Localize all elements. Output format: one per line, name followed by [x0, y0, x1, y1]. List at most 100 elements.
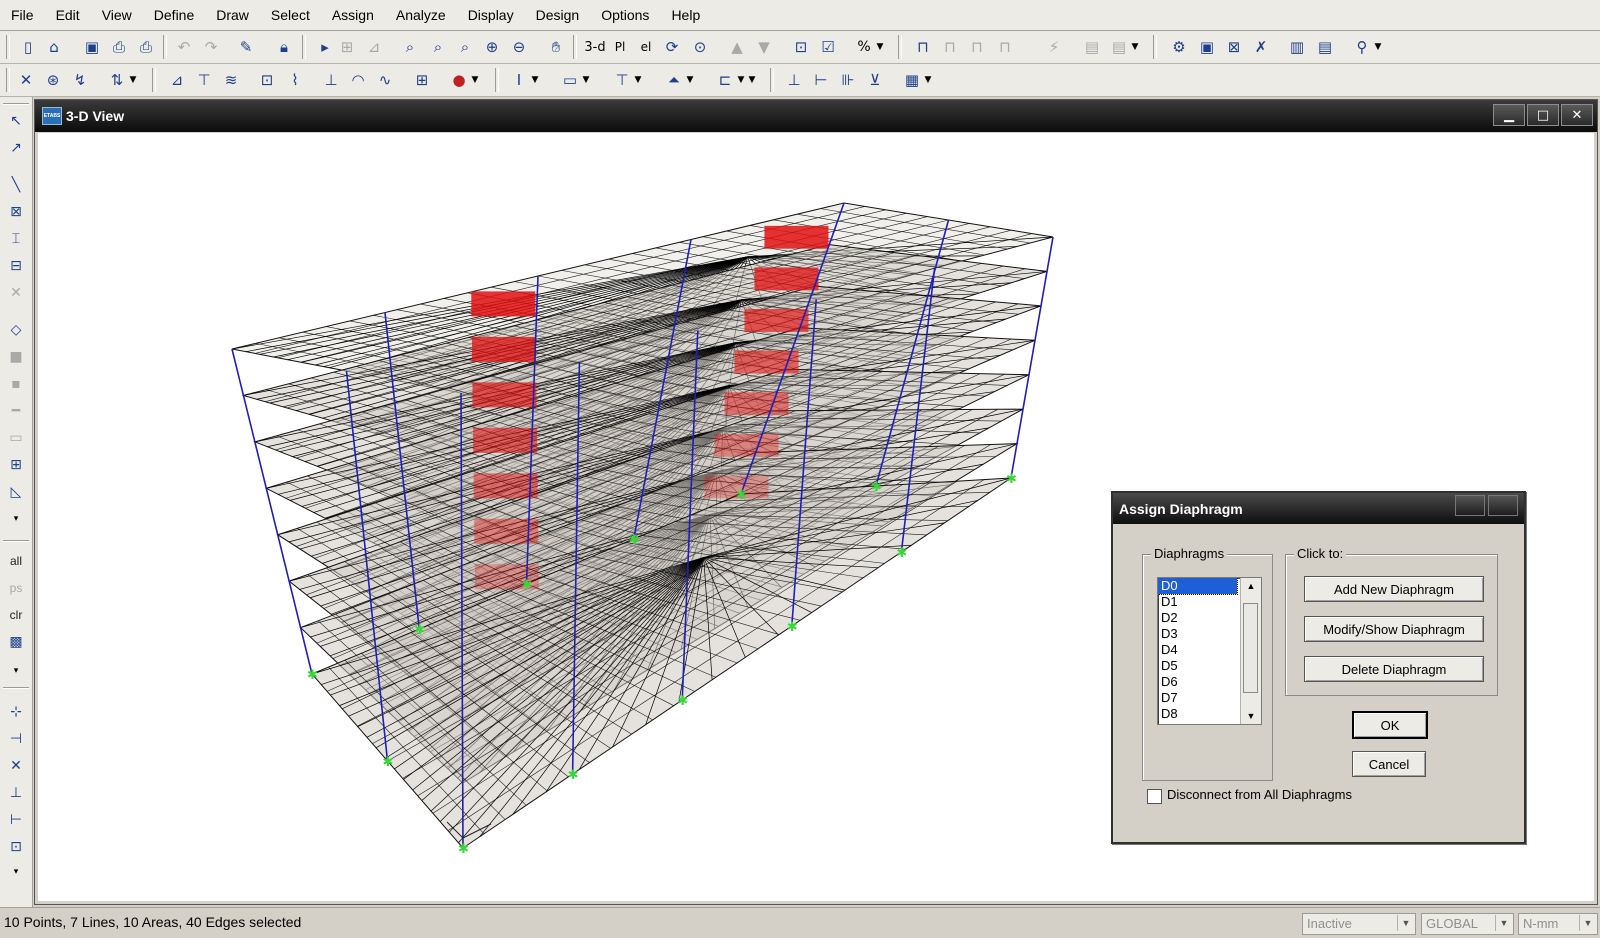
dialog-close-icon[interactable]: [1488, 495, 1518, 516]
draw-beam-icon[interactable]: ⊠: [4, 201, 28, 223]
steel-joist-design-icon[interactable]: ✗: [1250, 36, 1272, 58]
list-item[interactable]: D3: [1158, 626, 1237, 642]
chevron-down-icon[interactable]: ▼: [747, 69, 757, 91]
show-mode-shape-icon[interactable]: ⊓: [994, 36, 1016, 58]
create-area-click-icon[interactable]: ▪: [4, 373, 28, 395]
list-item[interactable]: D7: [1158, 690, 1237, 706]
close-icon[interactable]: ✕: [1561, 104, 1593, 126]
menu-analyze[interactable]: Analyze: [385, 7, 457, 23]
refresh-window-icon[interactable]: ✎: [235, 36, 257, 58]
percent-toggle-button[interactable]: %: [853, 36, 875, 58]
chevron-down-icon[interactable]: ▼: [685, 69, 695, 91]
move-up-icon[interactable]: ▲: [726, 36, 748, 58]
perspective-toggle-icon[interactable]: ⊙: [689, 36, 711, 58]
show-tables-icon[interactable]: ▦: [901, 69, 923, 91]
show-deformed-shape-icon[interactable]: ⊓: [966, 36, 988, 58]
chevron-down-icon[interactable]: ▾: [4, 861, 28, 883]
menu-select[interactable]: Select: [260, 7, 321, 23]
steel-frame-design-icon[interactable]: ⚙︎: [1168, 36, 1190, 58]
pointer-select-icon[interactable]: ↖: [4, 110, 28, 132]
undo-icon[interactable]: ↶: [173, 36, 195, 58]
menu-define[interactable]: Define: [143, 7, 205, 23]
snap-ends-icon[interactable]: ⊛: [42, 69, 64, 91]
dialog-help-icon[interactable]: [1455, 495, 1485, 516]
menu-edit[interactable]: Edit: [45, 7, 91, 23]
chevron-down-icon[interactable]: ▼: [923, 69, 933, 91]
show-response-spectrum-icon[interactable]: ▤: [1108, 36, 1130, 58]
scroll-up-icon[interactable]: ▲: [1241, 578, 1261, 594]
coordinate-system-combo[interactable]: GLOBAL▼: [1421, 913, 1514, 935]
draw-wall-icon[interactable]: ━: [4, 400, 28, 422]
display-options-icon[interactable]: ⚲: [1351, 36, 1373, 58]
define-link-properties-icon[interactable]: ⊡: [256, 69, 278, 91]
assign-link-properties-icon[interactable]: ⊢: [810, 69, 832, 91]
snap-to-grid-icon[interactable]: ⊹: [4, 701, 28, 723]
chevron-down-icon[interactable]: ▾: [4, 508, 28, 530]
snap-to-endpoint-icon[interactable]: ⊣: [4, 728, 28, 750]
lock-model-icon[interactable]: 🔒︎: [273, 36, 295, 58]
snap-intersections-icon[interactable]: ↯: [69, 69, 91, 91]
assign-shell-section-icon[interactable]: ▭: [559, 69, 581, 91]
slab-design-icon[interactable]: ▤: [1314, 36, 1336, 58]
chevron-down-icon[interactable]: ▼: [128, 69, 138, 91]
chevron-down-icon[interactable]: ▼: [581, 69, 591, 91]
minimize-icon[interactable]: ▁: [1493, 104, 1525, 126]
print-tables-icon[interactable]: ⎙: [135, 36, 157, 58]
print-graphics-icon[interactable]: ⎙: [108, 36, 130, 58]
save-icon[interactable]: ▣: [81, 36, 103, 58]
snap-to-lines-icon[interactable]: ⊢: [4, 809, 28, 831]
define-wall-slab-icon[interactable]: ≋: [220, 69, 242, 91]
chevron-down-icon[interactable]: ▼: [1130, 36, 1140, 58]
assign-frame-loads-icon[interactable]: ⏶: [663, 69, 685, 91]
chevron-down-icon[interactable]: ▼: [875, 36, 885, 58]
chevron-down-icon[interactable]: ▾: [4, 660, 28, 682]
chevron-down-icon[interactable]: ▼: [470, 69, 480, 91]
intersecting-line-select-icon[interactable]: ▩: [4, 631, 28, 653]
draw-column-icon[interactable]: ⌶: [4, 228, 28, 250]
select-all-button[interactable]: all: [4, 550, 28, 572]
show-loads-icon[interactable]: ⊓: [939, 36, 961, 58]
menu-help[interactable]: Help: [660, 7, 711, 23]
view-window-titlebar[interactable]: ETABS 3-D View ▁ □ ✕: [35, 100, 1597, 132]
snap-points-icon[interactable]: ✕: [15, 69, 37, 91]
chevron-down-icon[interactable]: ▼: [530, 69, 540, 91]
list-item[interactable]: D2: [1158, 610, 1237, 626]
modify-show-diaphragm-button[interactable]: Modify/Show Diaphragm: [1304, 616, 1484, 642]
show-undeformed-shape-icon[interactable]: ⊓: [912, 36, 934, 58]
list-item[interactable]: D5: [1158, 658, 1237, 674]
assign-point-springs-icon[interactable]: ⊥: [783, 69, 805, 91]
assign-pier-label-icon[interactable]: ⊪: [837, 69, 859, 91]
assign-joint-restraint-icon[interactable]: ⊤: [611, 69, 633, 91]
units-combo[interactable]: N-mm▼: [1518, 913, 1598, 935]
define-materials-icon[interactable]: ⊿: [166, 69, 188, 91]
snap-perpendicular-icon[interactable]: ⇅: [106, 69, 128, 91]
draw-rectangular-area-icon[interactable]: ■: [4, 346, 28, 368]
list-item[interactable]: D4: [1158, 642, 1237, 658]
view-3d-button[interactable]: 3-d: [582, 36, 608, 58]
rotate-3d-icon[interactable]: ⟳: [661, 36, 683, 58]
define-frame-sections-icon[interactable]: ⊤: [193, 69, 215, 91]
draw-area-icon[interactable]: ◇: [4, 319, 28, 341]
set-building-view-options-icon[interactable]: ☑: [817, 36, 839, 58]
menu-assign[interactable]: Assign: [321, 7, 385, 23]
assign-frame-section-icon[interactable]: I: [508, 69, 530, 91]
chevron-down-icon[interactable]: ▼: [633, 69, 643, 91]
move-down-icon[interactable]: ▼: [753, 36, 775, 58]
restore-full-view-icon[interactable]: ⌕: [427, 36, 449, 58]
show-energy-diagram-icon[interactable]: ▤: [1081, 36, 1103, 58]
scroll-down-icon[interactable]: ▼: [1241, 708, 1261, 724]
delete-diaphragm-button[interactable]: Delete Diaphragm: [1304, 656, 1484, 682]
run-pushover-icon[interactable]: ⊿: [363, 36, 385, 58]
zoom-out-icon[interactable]: ⊖: [508, 36, 530, 58]
elevation-view-button[interactable]: el: [635, 36, 657, 58]
pan-icon[interactable]: ✋︎: [545, 36, 567, 58]
menu-file[interactable]: File: [0, 7, 45, 23]
composite-beam-design-icon[interactable]: ⊠: [1223, 36, 1245, 58]
redo-icon[interactable]: ↷: [200, 36, 222, 58]
menu-options[interactable]: Options: [590, 7, 660, 23]
list-scrollbar[interactable]: ▲ ▼: [1240, 578, 1261, 724]
define-static-loads-icon[interactable]: ⊥: [320, 69, 342, 91]
shear-wall-design-icon[interactable]: ▥: [1286, 36, 1308, 58]
run-staged-icon[interactable]: ⊞: [336, 36, 358, 58]
reshape-object-icon[interactable]: ↗: [4, 137, 28, 159]
